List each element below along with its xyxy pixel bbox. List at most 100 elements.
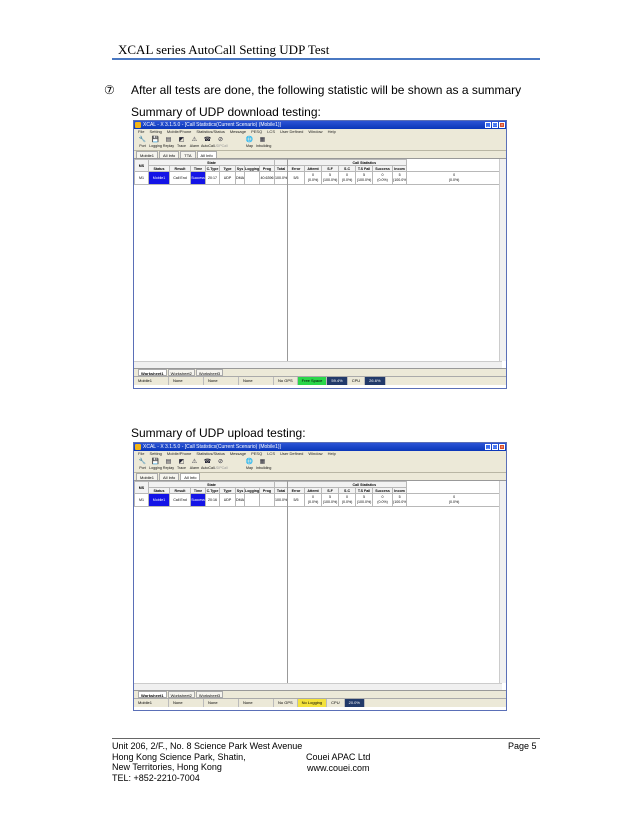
- menu-item[interactable]: Window: [308, 129, 322, 135]
- toolbar-button-udpcall[interactable]: ⊘ UDPCall: [214, 136, 228, 150]
- footer-phone: TEL: +852-2210-7004: [112, 772, 200, 783]
- menu-item[interactable]: LCS: [267, 129, 275, 135]
- menu-item[interactable]: Help: [328, 129, 336, 135]
- toolbar-button-trace[interactable]: ◩ Trace: [175, 458, 188, 472]
- table-row[interactable]: M1Mobile1Call EndSuccess20:16UDPDMA - UD…: [134, 493, 502, 507]
- toolbar-button-alarm[interactable]: ⚠ Alarm: [188, 458, 201, 472]
- worksheet-tab[interactable]: Worksheet2: [167, 369, 195, 376]
- worksheet-tab[interactable]: Worksheet3: [195, 691, 224, 698]
- toolbar-button-alarm[interactable]: ⚠ Alarm: [188, 136, 201, 150]
- maximize-button[interactable]: □: [492, 444, 498, 450]
- vertical-scrollbar[interactable]: [499, 159, 506, 361]
- floppy-icon: 💾: [151, 459, 160, 465]
- cell-total: 5/5: [287, 493, 306, 507]
- toolbar-button-label: AutoCall: [201, 144, 215, 148]
- menu-item[interactable]: Mobile/Phone: [167, 451, 191, 457]
- cell-ms: M1: [134, 493, 149, 507]
- toolbar-button-port[interactable]: 🔧 Port: [136, 458, 149, 472]
- wrench-icon: 🔧: [138, 459, 147, 465]
- minimize-button[interactable]: _: [485, 444, 491, 450]
- close-button[interactable]: ×: [499, 444, 505, 450]
- menu-item[interactable]: File: [138, 129, 144, 135]
- autocall-icon: ☎: [203, 459, 212, 465]
- vertical-scrollbar[interactable]: [499, 481, 506, 683]
- maximize-button[interactable]: □: [492, 122, 498, 128]
- menu-item[interactable]: Setting: [149, 451, 161, 457]
- view-tab[interactable]: Mobile1: [136, 473, 159, 480]
- statusbar-field: CPU: [348, 377, 366, 385]
- cell-percent: (100.0%): [322, 178, 338, 182]
- statusbar-field: None: [239, 699, 274, 707]
- toolbar: 🔧 Port 💾 Logging ▤ Replay ◩ Trace ⚠ Alarm ☎ AutoCal…: [134, 457, 506, 473]
- cell-result-success: Success: [190, 493, 206, 507]
- menu-item[interactable]: User Defined: [280, 451, 303, 457]
- footer-address-line: New Territories, Hong Kong: [112, 762, 222, 773]
- pane-divider[interactable]: [287, 159, 288, 361]
- view-tab[interactable]: All Info: [196, 151, 217, 158]
- toolbar-button-autocall[interactable]: ☎ AutoCall: [201, 136, 215, 150]
- header-rule: [112, 58, 540, 60]
- toolbar-button-udpcall[interactable]: ⊘ UDPCall: [214, 458, 228, 472]
- menu-item[interactable]: Setting: [149, 129, 161, 135]
- minimize-button[interactable]: _: [485, 122, 491, 128]
- alarm-icon: ⚠: [191, 459, 198, 465]
- view-tab[interactable]: All Info: [159, 473, 180, 480]
- view-tab[interactable]: All Info: [180, 473, 201, 480]
- view-tabs: Mobile1 All Info All Info: [134, 473, 506, 480]
- window-titlebar[interactable]: XCAL - X 3.1.5.0 - [Call Statistics(Curr…: [134, 121, 506, 129]
- toolbar-button-replay[interactable]: ▤ Replay: [162, 458, 175, 472]
- menu-item[interactable]: Window: [308, 451, 322, 457]
- menu-item[interactable]: LCS: [267, 451, 275, 457]
- cell-sys: [244, 493, 260, 507]
- toolbar-button-autocall[interactable]: ☎ AutoCall: [201, 458, 215, 472]
- menu-item[interactable]: PESQ: [251, 451, 262, 457]
- worksheet-tab[interactable]: Worksheet3: [195, 369, 224, 376]
- menu-item[interactable]: User Defined: [280, 129, 303, 135]
- toolbar-button-replay[interactable]: ▤ Replay: [162, 136, 175, 150]
- view-tab[interactable]: TTA: [180, 151, 196, 158]
- toolbar-button-logging[interactable]: 💾 Logging: [149, 136, 162, 150]
- cell-sf: 0 (0.0%): [338, 171, 357, 185]
- menu-item[interactable]: Mobile/Phone: [167, 129, 191, 135]
- menu-item[interactable]: Message: [230, 129, 246, 135]
- toolbar-button-logging[interactable]: 💾 Logging: [149, 458, 162, 472]
- replay-icon: ▤: [165, 137, 172, 143]
- toolbar-button-map[interactable]: 🌐 Map: [243, 458, 256, 472]
- view-tab[interactable]: Mobile1: [136, 151, 159, 158]
- cell-logging: 40.6396: [258, 171, 276, 185]
- menu-item[interactable]: File: [138, 451, 144, 457]
- cell-incom: 0 (0.0%): [406, 171, 502, 185]
- toolbar-button-port[interactable]: 🔧 Port: [136, 136, 149, 150]
- step-marker: ⑦: [104, 83, 115, 97]
- worksheet-tab[interactable]: Worksheet1: [138, 369, 167, 376]
- table-row[interactable]: M1Mobile1Call EndSuccess20:17UDPDMA - UD…: [134, 171, 502, 185]
- cell-total: 5/5: [287, 171, 306, 185]
- menu-item[interactable]: Help: [328, 451, 336, 457]
- alarm-icon: ⚠: [191, 137, 198, 143]
- toolbar-button-label: Inbuilding: [256, 466, 272, 470]
- close-button[interactable]: ×: [499, 122, 505, 128]
- toolbar-button-label: Alarm: [189, 466, 200, 470]
- horizontal-scrollbar[interactable]: [134, 361, 502, 368]
- toolbar-button-inbuilding[interactable]: ▦ Inbuilding: [256, 458, 272, 472]
- window-titlebar[interactable]: XCAL - X 3.1.5.0 - [Call Statistics(Curr…: [134, 443, 506, 451]
- statusbar-field: None: [239, 377, 274, 385]
- view-tab[interactable]: All Info: [159, 151, 180, 158]
- toolbar-button-trace[interactable]: ◩ Trace: [175, 136, 188, 150]
- toolbar-button-inbuilding[interactable]: ▦ Inbuilding: [256, 136, 271, 150]
- toolbar-button-map[interactable]: 🌐 Map: [243, 136, 256, 150]
- cell-sc: 5 (100.0%): [355, 493, 374, 507]
- menu-item[interactable]: PESQ: [251, 129, 262, 135]
- view-tabs: Mobile1 All Info TTA All Info: [134, 151, 506, 158]
- worksheet-tab[interactable]: Worksheet1: [138, 691, 167, 698]
- toolbar-button-label: AutoCall: [201, 466, 215, 470]
- menu-item[interactable]: Statistics/Status: [196, 451, 224, 457]
- horizontal-scrollbar[interactable]: [134, 683, 502, 690]
- app-icon: [135, 444, 141, 450]
- worksheet-tab[interactable]: Worksheet2: [167, 691, 195, 698]
- toolbar-button-label: Replay: [162, 466, 175, 470]
- pane-divider[interactable]: [287, 481, 288, 683]
- menu-item[interactable]: Statistics/Status: [196, 129, 224, 135]
- menu-item[interactable]: Message: [230, 451, 246, 457]
